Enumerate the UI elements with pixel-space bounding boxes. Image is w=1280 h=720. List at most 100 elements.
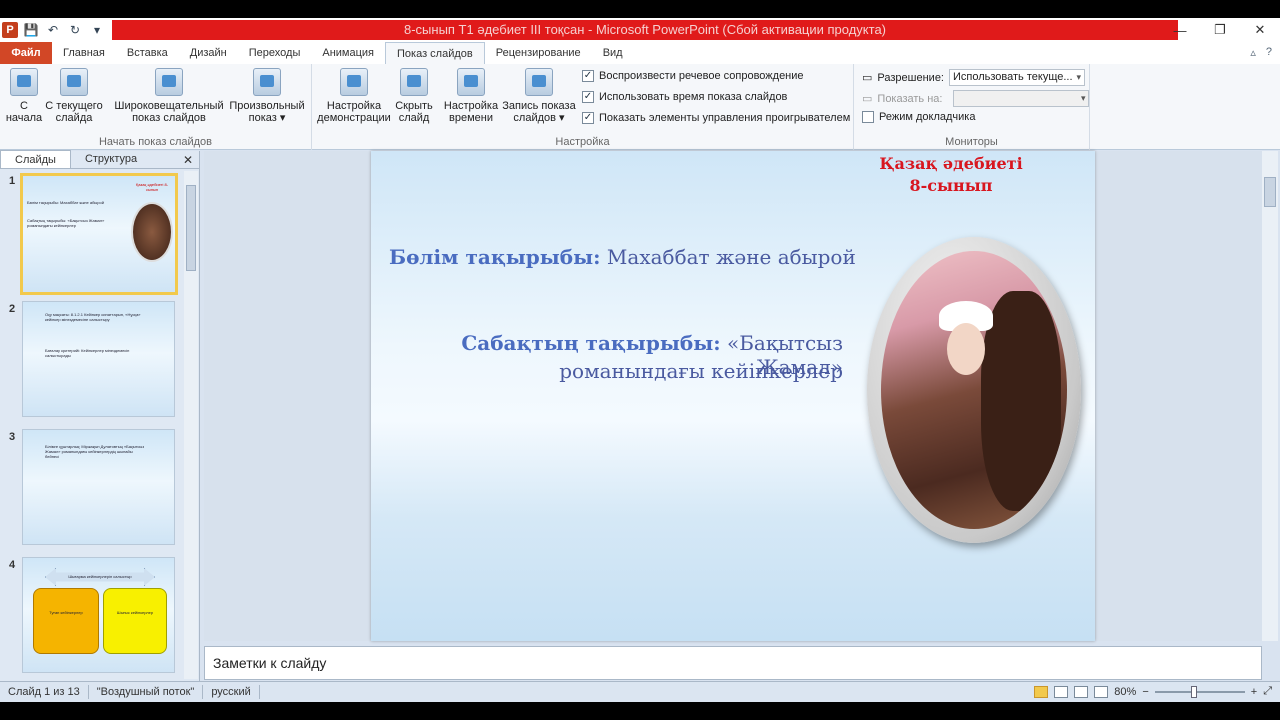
tab-slide-show[interactable]: Показ слайдов — [385, 42, 485, 64]
tab-animations[interactable]: Анимация — [311, 42, 385, 64]
zoom-slider[interactable] — [1154, 685, 1245, 698]
pane-tabs: Слайды Структура — [0, 150, 199, 169]
record-slide-show-button[interactable]: Запись показа слайдов ▾ — [500, 68, 578, 124]
tab-outline[interactable]: Структура — [71, 150, 151, 168]
show-on-dropdown[interactable] — [953, 90, 1090, 107]
tab-design[interactable]: Дизайн — [179, 42, 238, 64]
theme-status[interactable]: "Воздушный поток" — [89, 685, 204, 699]
quick-access-toolbar: P 💾 ↶ ↻ ▾ — [2, 20, 106, 40]
tab-slides[interactable]: Слайды — [0, 150, 71, 168]
hide-slide-button[interactable]: Скрыть слайд — [394, 68, 434, 124]
custom-show-label: Произвольный показ ▾ — [229, 100, 305, 124]
play-narrations-checkbox[interactable]: ✓ Воспроизвести речевое сопровождение — [582, 70, 804, 82]
group-start-slide-show: С начала С текущего слайда Широковещател… — [0, 64, 312, 150]
resolution-dropdown[interactable]: Использовать текуще... — [949, 69, 1085, 86]
slide-thumbnail-row[interactable]: 4 Шығарма кейіпкерлерін салыстыр Туған к… — [0, 557, 184, 675]
section-topic-label: Бөлім тақырыбы: — [389, 245, 601, 269]
slide-thumbnail-row[interactable]: 3 Білімге құштарлық: Міржақып Дулатовтың… — [0, 429, 184, 547]
record-slide-show-label: Запись показа слайдов ▾ — [502, 100, 576, 124]
zoom-slider-handle[interactable] — [1190, 685, 1197, 698]
slide-thumbnail-row[interactable]: 2 Оқу мақсаты: 8.1.2.1 Кейіпкер сипаттар… — [0, 301, 184, 419]
slide-number: 1 — [9, 175, 16, 187]
slide-thumbnail[interactable]: Оқу мақсаты: 8.1.2.1 Кейіпкер сипаттарын… — [22, 301, 175, 417]
zoom-in-icon[interactable]: + — [1251, 686, 1257, 698]
restore-button[interactable]: ❐ — [1200, 18, 1240, 42]
fit-to-window-icon[interactable]: ⤢ — [1263, 685, 1272, 698]
slide-show-view-icon[interactable] — [1094, 685, 1109, 698]
thumb-line: Туған кейіпкерлер — [49, 610, 83, 615]
use-timings-label: Использовать время показа слайдов — [599, 91, 788, 103]
notes-pane[interactable]: Заметки к слайду — [204, 646, 1262, 680]
status-bar: Слайд 1 из 13 "Воздушный поток" русский … — [0, 681, 1280, 702]
broadcast-label: Широковещательный показ слайдов — [114, 100, 224, 124]
show-media-controls-checkbox[interactable]: ✓ Показать элементы управления проигрыва… — [582, 112, 850, 124]
redo-icon[interactable]: ↻ — [66, 21, 84, 39]
rehearse-timings-button[interactable]: Настройка времени — [442, 68, 500, 124]
section-topic-text[interactable]: Бөлім тақырыбы: Махаббат және абырой — [389, 245, 856, 269]
title-bar: P 💾 ↶ ↻ ▾ 8-сынып Т1 әдебиет III тоқсан … — [0, 18, 1280, 42]
powerpoint-app-icon[interactable]: P — [2, 22, 18, 38]
slide-thumbnail[interactable]: Білімге құштарлық: Міржақып Дулатовтың «… — [22, 429, 175, 545]
reading-view-icon[interactable] — [1074, 685, 1089, 698]
oval-picture-frame[interactable] — [867, 237, 1081, 543]
rehearse-timings-label: Настройка времени — [443, 100, 499, 124]
thumb-orange-box-shape — [33, 588, 99, 654]
zoom-level[interactable]: 80% — [1114, 686, 1136, 698]
slide-thumbnail-row[interactable]: 1 Қазақ әдебиеті 8-сынып Бөлім тақырыбы:… — [0, 173, 184, 297]
tab-view[interactable]: Вид — [592, 42, 634, 64]
lesson-topic-text-line2[interactable]: романындағы кейіпкерлер — [391, 359, 843, 383]
slide-sorter-view-icon[interactable] — [1054, 685, 1069, 698]
checkbox-checked-icon: ✓ — [582, 112, 594, 124]
slides-pane: Слайды Структура ✕ 1 Қазақ әдебиеті 8-сы… — [0, 150, 200, 681]
tab-transitions[interactable]: Переходы — [238, 42, 312, 64]
show-on-row: ▭ Показать на: — [862, 90, 1090, 107]
play-narrations-label: Воспроизвести речевое сопровождение — [599, 70, 804, 82]
close-pane-icon[interactable]: ✕ — [183, 153, 193, 167]
setup-show-icon — [340, 68, 368, 96]
ribbon-tabs: Файл Главная Вставка Дизайн Переходы Ани… — [0, 42, 1280, 64]
scrollbar-thumb[interactable] — [1264, 177, 1276, 207]
slides-pane-scrollbar[interactable] — [184, 171, 198, 679]
slide-scrollbar[interactable] — [1262, 151, 1278, 641]
powerpoint-window: P 💾 ↶ ↻ ▾ 8-сынып Т1 әдебиет III тоқсан … — [0, 18, 1280, 702]
minimize-button[interactable]: — — [1160, 18, 1200, 42]
presenter-view-label: Режим докладчика — [879, 111, 976, 123]
help-icon[interactable]: ? — [1266, 46, 1272, 59]
tab-review[interactable]: Рецензирование — [485, 42, 592, 64]
from-beginning-button[interactable]: С начала — [4, 68, 44, 124]
tab-home[interactable]: Главная — [52, 42, 116, 64]
setup-show-button[interactable]: Настройка демонстрации — [314, 68, 394, 124]
tab-insert[interactable]: Вставка — [116, 42, 179, 64]
normal-view-icon[interactable] — [1034, 685, 1049, 698]
slide-title[interactable]: Қазақ әдебиеті 8-сынып — [851, 153, 1051, 197]
customize-qat-icon[interactable]: ▾ — [88, 21, 106, 39]
use-timings-checkbox[interactable]: ✓ Использовать время показа слайдов — [582, 91, 787, 103]
resolution-label: Разрешение: — [877, 71, 944, 84]
tab-file[interactable]: Файл — [0, 42, 52, 64]
notes-placeholder: Заметки к слайду — [213, 655, 327, 671]
language-status[interactable]: русский — [203, 685, 260, 699]
setup-show-label: Настройка демонстрации — [317, 100, 391, 124]
close-button[interactable]: ✕ — [1240, 18, 1280, 42]
slide-title-line: 8-сынып — [909, 176, 993, 195]
hide-slide-label: Скрыть слайд — [395, 100, 433, 124]
custom-show-button[interactable]: Произвольный показ ▾ — [226, 68, 308, 124]
slide-number: 4 — [9, 559, 16, 571]
hide-slide-icon — [400, 68, 428, 96]
custom-show-icon — [253, 68, 281, 96]
current-slide-icon — [60, 68, 88, 96]
from-current-slide-button[interactable]: С текущего слайда — [44, 68, 104, 124]
slide-thumbnail[interactable]: Шығарма кейіпкерлерін салыстыр Туған кей… — [22, 557, 175, 673]
undo-icon[interactable]: ↶ — [44, 21, 62, 39]
thumb-line: Бөлім тақырыбы: Махаббат және абырой — [27, 200, 104, 205]
scrollbar-thumb[interactable] — [186, 185, 196, 271]
broadcast-button[interactable]: Широковещательный показ слайдов — [112, 68, 226, 124]
slide-thumbnail[interactable]: Қазақ әдебиеті 8-сынып Бөлім тақырыбы: М… — [20, 173, 178, 295]
ribbon: С начала С текущего слайда Широковещател… — [0, 64, 1280, 150]
presenter-view-checkbox[interactable]: Режим докладчика — [862, 111, 975, 123]
monitor-icon: ▭ — [862, 93, 873, 105]
save-icon[interactable]: 💾 — [22, 21, 40, 39]
current-slide[interactable]: Қазақ әдебиеті 8-сынып Бөлім тақырыбы: М… — [371, 151, 1095, 641]
minimize-ribbon-icon[interactable]: ▵ — [1250, 46, 1256, 59]
zoom-out-icon[interactable]: − — [1142, 686, 1148, 698]
